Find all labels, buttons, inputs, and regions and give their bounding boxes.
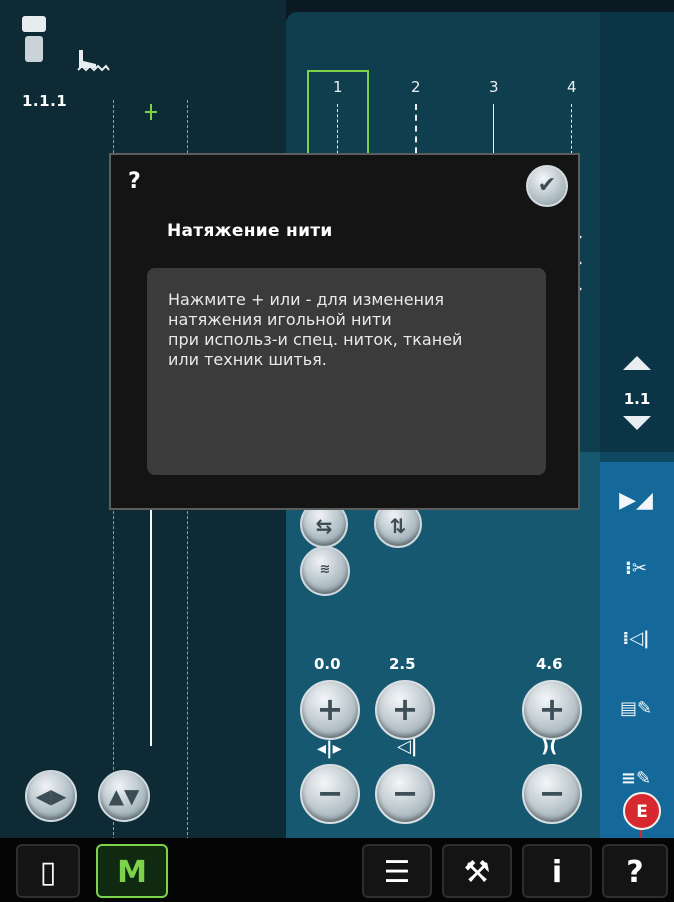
needle-stop-icon[interactable]: ⁞◁| (618, 628, 654, 658)
menu-mode-button[interactable]: M (96, 844, 168, 898)
stitch-length-icon: ◁| (397, 736, 418, 757)
help-button[interactable]: ? (602, 844, 668, 898)
stitch-position-4[interactable]: 4 (567, 78, 577, 96)
stitch-length-value: 2.5 (389, 655, 416, 673)
sew-mode-icon[interactable]: ▶◢ (618, 488, 654, 518)
help-dialog: ? ✔ Натяжение нити Нажмите + или - для и… (109, 153, 580, 510)
thread-tension-icon: )( (541, 736, 558, 757)
thread-cut-icon[interactable]: ⁝✂ (618, 558, 654, 588)
function-toolbar: ▶◢ ⁝✂ ⁞◁| ▤✎ ≡✎ (600, 462, 674, 838)
stitch-width-plus-button[interactable]: + (300, 680, 360, 740)
help-dialog-icon: ? (128, 169, 141, 194)
page-down-icon[interactable] (623, 416, 651, 430)
sequence-edit-icon[interactable]: ▤✎ (618, 698, 654, 728)
page-navigator: 1.1 (600, 12, 674, 452)
pattern-start-button[interactable]: ◀▶ (25, 770, 77, 822)
check-icon: ✔ (537, 173, 557, 198)
confirm-button[interactable]: ✔ (526, 165, 568, 207)
callout-badge: E (623, 792, 661, 830)
tools-icon: ⚒ (463, 855, 491, 890)
stitch-mode-button[interactable]: ▯ (16, 844, 80, 898)
stitch-length-minus-button[interactable]: − (375, 764, 435, 824)
bottom-taskbar: ▯ M ☰ ⚒ i ? (0, 838, 674, 902)
list-icon: ☰ (383, 855, 411, 890)
stitch-width-minus-button[interactable]: − (300, 764, 360, 824)
stitch-list-button[interactable]: ☰ (362, 844, 432, 898)
stitch-width-value: 0.0 (314, 655, 341, 673)
stitch-line (493, 104, 494, 154)
pattern-number: 1.1.1 (22, 92, 68, 110)
stitch-program-button[interactable]: ≋ (300, 546, 350, 596)
dialog-body: Нажмите + или - для изменения натяжения … (147, 268, 546, 475)
page-number: 1.1 (623, 390, 651, 408)
menu-m-icon: M (117, 855, 147, 890)
feed-dogs-icon[interactable] (76, 46, 110, 72)
stitch-length-plus-button[interactable]: + (375, 680, 435, 740)
right-toolbar: 1.1 ▶◢ ⁝✂ ⁞◁| ▤✎ ≡✎ (600, 12, 674, 838)
stitch-position-2[interactable]: 2 (411, 78, 421, 96)
thread-tension-minus-button[interactable]: − (522, 764, 582, 824)
settings-button[interactable]: ⚒ (442, 844, 512, 898)
thread-tension-value: 4.6 (536, 655, 563, 673)
dialog-body-text: Нажмите + или - для изменения натяжения … (168, 290, 463, 369)
info-button[interactable]: i (522, 844, 592, 898)
stitch-position-1[interactable]: 1 (333, 78, 343, 96)
rectangle-icon: ▯ (39, 855, 57, 890)
stitch-position-3[interactable]: 3 (489, 78, 499, 96)
stitch-line (150, 510, 152, 746)
page-up-icon[interactable] (623, 356, 651, 370)
needle-position-marker (143, 104, 159, 120)
dialog-title: Натяжение нити (167, 221, 333, 241)
presser-foot-icon[interactable] (22, 16, 46, 64)
info-icon: i (551, 855, 563, 890)
thread-tension-plus-button[interactable]: + (522, 680, 582, 740)
help-icon: ? (626, 855, 644, 890)
stitch-width-icon: ◂|▸ (317, 738, 342, 759)
stitch-line (571, 104, 572, 154)
pattern-end-button[interactable]: ▲▼ (98, 770, 150, 822)
